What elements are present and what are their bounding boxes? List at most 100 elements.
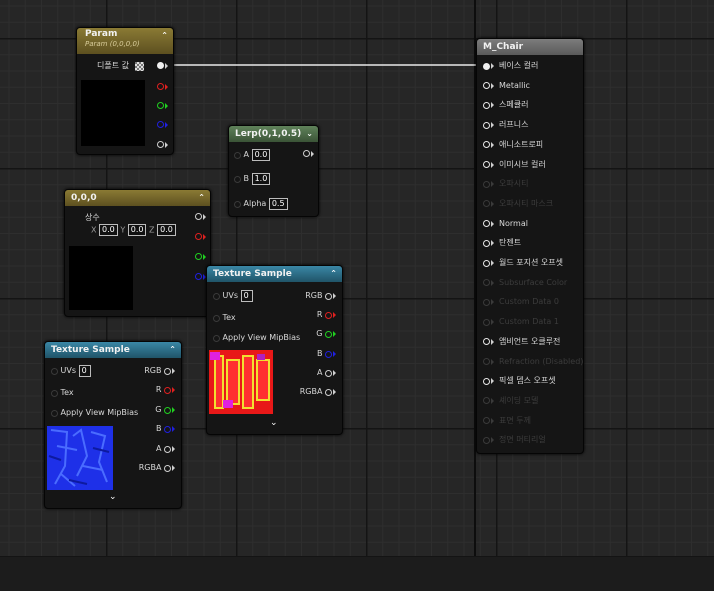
constant-x-value[interactable]: 0.0: [99, 224, 118, 236]
material-input-row[interactable]: 오파시티: [483, 178, 528, 190]
collapse-icon[interactable]: ⌃: [169, 342, 176, 358]
tex1-tex-input[interactable]: Tex: [51, 387, 74, 399]
material-input-pin[interactable]: [483, 357, 494, 366]
chevron-down-icon[interactable]: ⌄: [109, 492, 117, 502]
param-r-pin[interactable]: [157, 82, 168, 91]
material-input-row[interactable]: 앰비언트 오클루전: [483, 336, 560, 348]
material-input-pin[interactable]: [483, 219, 494, 228]
material-input-row[interactable]: 스페큘러: [483, 99, 528, 111]
material-input-pin[interactable]: [483, 62, 494, 71]
material-input-pin[interactable]: [483, 239, 494, 248]
material-input-pin[interactable]: [483, 298, 494, 307]
material-input-row[interactable]: 표면 두께: [483, 415, 531, 427]
tex2-tex-input[interactable]: Tex: [213, 312, 236, 324]
tex1-rgb-output[interactable]: RGB: [144, 365, 175, 377]
lerp-b-value[interactable]: 1.0: [251, 173, 271, 185]
material-input-pin[interactable]: [483, 160, 494, 169]
chevron-down-icon[interactable]: ⌄: [270, 418, 278, 428]
material-input-pin[interactable]: [483, 337, 494, 346]
constant-g-pin[interactable]: [195, 252, 206, 261]
lerp-output-pin[interactable]: [303, 149, 314, 158]
texture-sample-2-header[interactable]: Texture Sample ⌃: [207, 266, 342, 282]
material-input-pin[interactable]: [483, 180, 494, 189]
material-node-header[interactable]: M_Chair: [477, 39, 583, 55]
material-input-pin[interactable]: [483, 199, 494, 208]
tex2-mip-input[interactable]: Apply View MipBias: [213, 332, 300, 344]
texture-sample-node-1[interactable]: Texture Sample ⌃ UVs 0 Tex Apply View Mi…: [44, 341, 182, 509]
tex1-uvs-input[interactable]: UVs 0: [51, 365, 91, 377]
param-g-pin[interactable]: [157, 101, 168, 110]
material-input-pin[interactable]: [483, 318, 494, 327]
tex2-a-output[interactable]: A: [317, 367, 336, 379]
constant-y-value[interactable]: 0.0: [127, 224, 147, 236]
material-input-row[interactable]: Metallic: [483, 80, 530, 92]
tex2-rgb-output[interactable]: RGB: [305, 290, 336, 302]
texture-sample-1-header[interactable]: Texture Sample ⌃: [45, 342, 181, 358]
constant-node-title: 0,0,0: [71, 193, 97, 203]
collapse-icon[interactable]: ⌃: [198, 190, 205, 206]
material-input-row[interactable]: 탄젠트: [483, 237, 521, 249]
tex2-rgba-output[interactable]: RGBA: [300, 386, 336, 398]
tex1-mip-input[interactable]: Apply View MipBias: [51, 407, 138, 419]
material-input-pin[interactable]: [483, 81, 494, 90]
lerp-input-a[interactable]: A 0.0: [234, 149, 271, 161]
material-input-pin[interactable]: [483, 436, 494, 445]
material-input-row[interactable]: Refraction (Disabled): [483, 356, 583, 368]
tex2-uvs-value[interactable]: 0: [240, 290, 253, 302]
material-input-row[interactable]: Custom Data 0: [483, 296, 559, 308]
tex2-g-output[interactable]: G: [316, 328, 336, 340]
material-result-node[interactable]: M_Chair 베이스 컬러 Metallic 스페큘러러프니스애니소트로피이미시브…: [476, 38, 584, 454]
material-input-row[interactable]: 이미시브 컬러: [483, 159, 546, 171]
lerp-a-value[interactable]: 0.0: [251, 149, 271, 161]
material-input-pin[interactable]: [483, 377, 494, 386]
material-input-row[interactable]: 셰이딩 모델: [483, 395, 538, 407]
material-input-row[interactable]: Normal: [483, 218, 528, 230]
material-input-pin[interactable]: [483, 259, 494, 268]
constant-b-pin[interactable]: [195, 272, 206, 281]
material-input-row[interactable]: 정면 머티리얼: [483, 434, 546, 446]
param-output-pin[interactable]: [157, 61, 168, 70]
tex1-b-output[interactable]: B: [156, 423, 175, 435]
param-node[interactable]: Param Param (0,0,0,0) ⌃ 디폴트 값: [76, 27, 174, 155]
material-input-row[interactable]: Subsurface Color: [483, 277, 567, 289]
material-input-pin[interactable]: [483, 140, 494, 149]
tex1-a-output[interactable]: A: [156, 443, 175, 455]
material-input-row[interactable]: 애니소트로피: [483, 139, 543, 151]
material-input-pin[interactable]: [483, 416, 494, 425]
param-b-pin[interactable]: [157, 120, 168, 129]
tex2-uvs-input[interactable]: UVs 0: [213, 290, 253, 302]
lerp-node-header[interactable]: Lerp(0,1,0.5) ⌄: [229, 126, 318, 142]
lerp-node[interactable]: Lerp(0,1,0.5) ⌄ A 0.0 B 1.0 Alpha 0.5: [228, 125, 319, 217]
tex2-b-output[interactable]: B: [317, 348, 336, 360]
collapse-icon[interactable]: ⌃: [161, 28, 168, 44]
tex1-g-output[interactable]: G: [155, 404, 175, 416]
constant-r-pin[interactable]: [195, 232, 206, 241]
material-input-pin[interactable]: [483, 396, 494, 405]
constant-node[interactable]: 0,0,0 ⌃ 상수 X 0.0 Y 0.0 Z 0.0: [64, 189, 211, 317]
texture-sample-1-title: Texture Sample: [51, 345, 130, 355]
lerp-alpha-value[interactable]: 0.5: [268, 198, 288, 210]
material-input-row[interactable]: 베이스 컬러: [483, 60, 538, 72]
material-input-row[interactable]: 러프니스: [483, 119, 528, 131]
constant-z-value[interactable]: 0.0: [157, 224, 176, 236]
tex1-rgba-output[interactable]: RGBA: [139, 462, 175, 474]
material-input-pin[interactable]: [483, 101, 494, 110]
material-input-row[interactable]: Custom Data 1: [483, 316, 559, 328]
constant-output-pin[interactable]: [195, 212, 206, 221]
lerp-input-alpha[interactable]: Alpha 0.5: [234, 198, 288, 210]
material-input-row[interactable]: 월드 포지션 오프셋: [483, 257, 563, 269]
constant-node-header[interactable]: 0,0,0 ⌃: [65, 190, 210, 206]
tex1-uvs-value[interactable]: 0: [78, 365, 91, 377]
material-input-row[interactable]: 오파시티 마스크: [483, 198, 553, 210]
material-input-pin[interactable]: [483, 278, 494, 287]
param-a-pin[interactable]: [157, 140, 168, 149]
param-node-header[interactable]: Param Param (0,0,0,0) ⌃: [77, 28, 173, 54]
collapse-icon[interactable]: ⌃: [330, 266, 337, 282]
texture-sample-node-2[interactable]: Texture Sample ⌃ UVs 0 Tex Apply View Mi…: [206, 265, 343, 435]
material-input-row[interactable]: 픽셀 뎁스 오프셋: [483, 375, 556, 387]
tex2-r-output[interactable]: R: [317, 309, 336, 321]
chevron-down-icon[interactable]: ⌄: [306, 126, 313, 142]
material-input-pin[interactable]: [483, 121, 494, 130]
lerp-input-b[interactable]: B 1.0: [234, 173, 271, 185]
tex1-r-output[interactable]: R: [156, 384, 175, 396]
